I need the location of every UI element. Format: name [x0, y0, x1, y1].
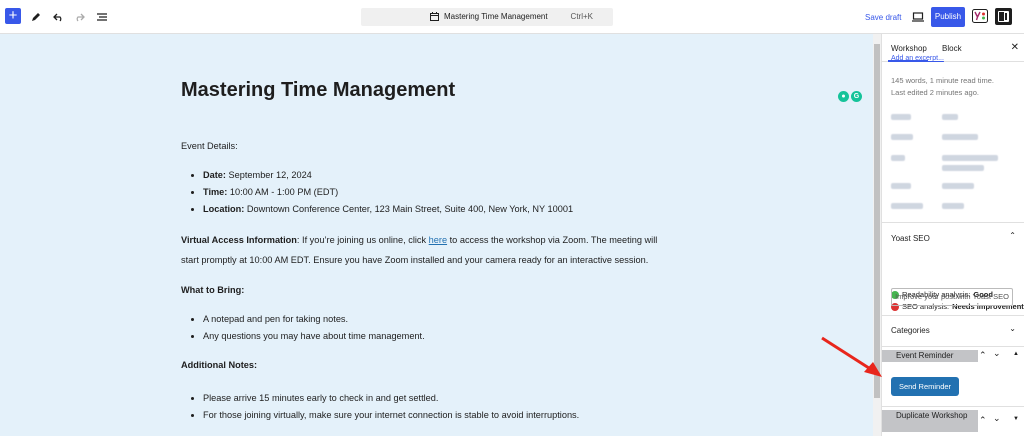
toggle-panel-icon[interactable]: ▲: [1013, 351, 1019, 357]
list-item: Location: Downtown Conference Center, 12…: [203, 201, 661, 218]
command-palette-bar[interactable]: Mastering Time Management Ctrl+K: [361, 8, 613, 26]
editor-canvas: Mastering Time Management ● G Event Deta…: [0, 34, 873, 436]
blurred-value: [942, 134, 978, 140]
yoast-seo-title[interactable]: Yoast SEO: [891, 234, 930, 243]
grammarly-widget[interactable]: ● G: [838, 91, 862, 102]
post-content[interactable]: Event Details: Date: September 12, 2024 …: [181, 138, 661, 424]
duplicate-workshop-title[interactable]: Duplicate Workshop: [882, 410, 978, 432]
move-down-icon[interactable]: ⌄: [993, 413, 1001, 424]
blurred-value: [942, 155, 998, 161]
what-to-bring-heading: What to Bring:: [181, 285, 245, 295]
list-item: Please arrive 15 minutes early to check …: [203, 390, 661, 407]
add-block-button[interactable]: +: [5, 8, 21, 24]
annotation-arrow-icon: [821, 336, 882, 377]
yoast-icon[interactable]: [972, 9, 988, 25]
blurred-value: [942, 114, 958, 120]
tab-workshop[interactable]: Workshop: [891, 44, 927, 53]
blurred-value: [942, 203, 964, 209]
toggle-panel-icon[interactable]: ▼: [1013, 416, 1019, 422]
improve-with-yoast-button[interactable]: Improve your post with Yoast SEO: [891, 288, 1013, 306]
chevron-up-icon[interactable]: ⌃: [1009, 231, 1016, 240]
blurred-label: [891, 114, 911, 120]
blurred-label: [891, 183, 911, 189]
shortcut-hint: Ctrl+K: [570, 12, 593, 21]
list-item: A notepad and pen for taking notes.: [203, 311, 661, 328]
bring-list: A notepad and pen for taking notes. Any …: [181, 311, 661, 345]
event-details-list: Date: September 12, 2024 Time: 10:00 AM …: [181, 167, 661, 218]
publish-button[interactable]: Publish: [931, 7, 965, 27]
blurred-value: [942, 183, 974, 189]
list-item: Any questions you may have about time ma…: [203, 328, 661, 345]
blurred-label: [891, 134, 913, 140]
divider: [882, 406, 1024, 407]
undo-icon[interactable]: [49, 8, 67, 26]
redo-icon[interactable]: [70, 8, 88, 26]
pencil-icon[interactable]: [27, 8, 45, 26]
duplicate-workshop-header: Duplicate Workshop ⌃ ⌄ ▼: [882, 410, 1024, 434]
notes-list: Please arrive 15 minutes early to check …: [181, 390, 661, 424]
list-item: Date: September 12, 2024: [203, 167, 661, 184]
categories-title[interactable]: Categories: [891, 326, 930, 335]
list-item: Time: 10:00 AM - 1:00 PM (EDT): [203, 184, 661, 201]
tab-block[interactable]: Block: [942, 44, 962, 53]
last-edited: Last edited 2 minutes ago.: [891, 88, 979, 97]
divider: [882, 315, 1024, 316]
blurred-label: [891, 155, 905, 161]
virtual-access-paragraph: Virtual Access Information: If you’re jo…: [181, 235, 658, 265]
settings-sidebar: Workshop Block ✕ Add an excerpt... 145 w…: [881, 34, 1024, 436]
divider: [882, 346, 1024, 347]
document-title: Mastering Time Management: [444, 12, 548, 21]
close-icon[interactable]: ✕: [1011, 42, 1019, 53]
document-overview-icon[interactable]: [93, 8, 111, 26]
save-draft-button[interactable]: Save draft: [865, 13, 901, 22]
move-down-icon[interactable]: ⌄: [993, 348, 1001, 359]
word-count: 145 words, 1 minute read time.: [891, 76, 994, 85]
add-excerpt-link[interactable]: Add an excerpt...: [891, 55, 944, 62]
send-reminder-button[interactable]: Send Reminder: [891, 377, 959, 396]
preview-icon[interactable]: [909, 8, 927, 26]
editor-toolbar: + Mastering Time Management Ctrl+K Save …: [0, 0, 1024, 34]
event-details-heading: Event Details:: [181, 141, 238, 151]
list-item: For those joining virtually, make sure y…: [203, 407, 661, 424]
zoom-link[interactable]: here: [429, 235, 447, 245]
bulb-icon[interactable]: ●: [838, 91, 849, 102]
additional-notes-heading: Additional Notes:: [181, 360, 258, 370]
blurred-value: [942, 165, 984, 171]
grammarly-icon[interactable]: G: [851, 91, 862, 102]
calendar-icon: [430, 12, 439, 23]
move-up-icon[interactable]: ⌃: [979, 415, 987, 426]
blurred-label: [891, 203, 923, 209]
chevron-down-icon[interactable]: ⌄: [1009, 324, 1016, 333]
event-reminder-title[interactable]: Event Reminder: [882, 350, 978, 362]
settings-panel-toggle-icon[interactable]: [995, 8, 1012, 25]
post-title[interactable]: Mastering Time Management: [181, 79, 455, 102]
event-reminder-header: Event Reminder ⌃ ⌄ ▲: [882, 348, 1024, 364]
divider: [882, 222, 1024, 223]
move-up-icon[interactable]: ⌃: [979, 350, 987, 361]
post-meta-text: 145 words, 1 minute read time. Last edit…: [891, 75, 994, 99]
